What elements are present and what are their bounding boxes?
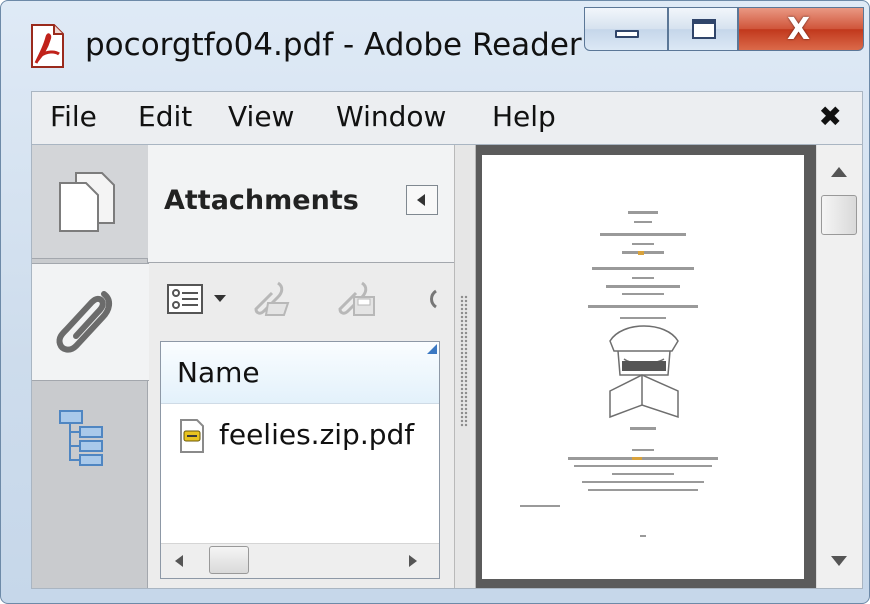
- scroll-up-icon[interactable]: [831, 167, 847, 177]
- attachments-panel: Attachments Name feelies.zip.pdf: [148, 145, 454, 588]
- nav-tab-bookmarks[interactable]: [32, 381, 148, 495]
- close-button[interactable]: X: [738, 7, 864, 51]
- column-header-name[interactable]: Name: [161, 342, 439, 404]
- navigation-panel: [32, 145, 149, 588]
- scroll-left-icon[interactable]: [175, 555, 183, 567]
- attachments-header: Attachments: [148, 145, 454, 263]
- sort-indicator-icon: [427, 344, 437, 354]
- attachment-row[interactable]: feelies.zip.pdf: [161, 412, 439, 462]
- scroll-right-icon[interactable]: [409, 555, 417, 567]
- panel-splitter[interactable]: [454, 145, 476, 588]
- pages-icon: [56, 169, 118, 239]
- maximize-button[interactable]: [668, 7, 738, 51]
- menu-file[interactable]: File: [50, 100, 97, 133]
- attachments-toolbar: [148, 263, 454, 341]
- minimize-button[interactable]: [584, 7, 668, 51]
- menu-view[interactable]: View: [228, 100, 294, 133]
- pdf-page-thumbnail[interactable]: [482, 155, 804, 579]
- minimize-icon: [615, 30, 639, 38]
- menu-window[interactable]: Window: [336, 100, 446, 133]
- open-attachment-icon[interactable]: [248, 277, 296, 321]
- main-content: Attachments Name feelies.zip.pdf: [31, 145, 863, 589]
- horizontal-scroll-thumb[interactable]: [209, 546, 249, 574]
- column-name-label: Name: [177, 356, 260, 389]
- attachments-list: Name feelies.zip.pdf: [160, 341, 440, 579]
- adobe-reader-window: pocorgtfo04.pdf - Adobe Reader X File Ed…: [0, 0, 870, 604]
- title-bar[interactable]: pocorgtfo04.pdf - Adobe Reader X: [1, 1, 869, 91]
- horizontal-scrollbar[interactable]: [161, 543, 439, 578]
- vertical-scroll-thumb[interactable]: [821, 195, 857, 235]
- nav-tab-pages[interactable]: [32, 145, 148, 259]
- menu-edit[interactable]: Edit: [138, 100, 192, 133]
- maximize-icon: [692, 19, 716, 39]
- close-document-icon[interactable]: ✖: [819, 100, 842, 133]
- window-title: pocorgtfo04.pdf - Adobe Reader: [85, 27, 582, 63]
- nav-tab-attachments[interactable]: [32, 263, 149, 381]
- attachments-title: Attachments: [164, 185, 359, 216]
- scroll-down-icon[interactable]: [831, 556, 847, 566]
- save-attachment-icon[interactable]: [334, 277, 382, 321]
- vertical-scrollbar[interactable]: [816, 145, 862, 588]
- chevron-left-icon[interactable]: [406, 185, 438, 215]
- attachment-file-icon: [179, 418, 205, 454]
- splitter-grip[interactable]: [460, 295, 468, 427]
- menu-bar: File Edit View Window Help ✖: [31, 91, 863, 145]
- close-icon: X: [787, 12, 811, 47]
- page-content-image: [520, 211, 718, 537]
- attachment-filename: feelies.zip.pdf: [219, 418, 415, 451]
- paperclip-icon: [52, 284, 122, 364]
- bookmarks-icon: [58, 409, 114, 473]
- menu-help[interactable]: Help: [492, 100, 556, 133]
- options-menu-icon[interactable]: [164, 277, 212, 321]
- more-tools-icon[interactable]: [422, 277, 452, 321]
- pdf-document-icon: [27, 23, 67, 69]
- dropdown-arrow-icon[interactable]: [210, 277, 230, 321]
- document-view[interactable]: [476, 145, 816, 588]
